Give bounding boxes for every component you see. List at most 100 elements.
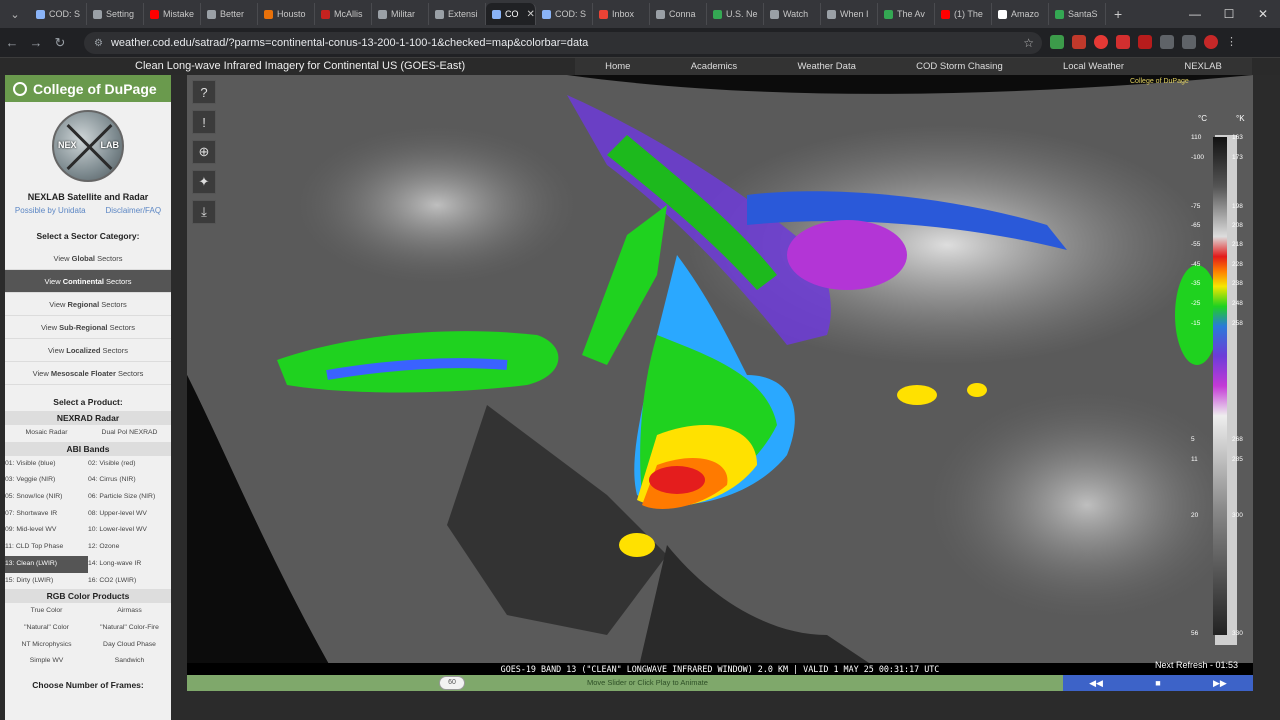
sector-item[interactable]: View Localized Sectors (5, 339, 171, 362)
extension-icon[interactable] (1116, 35, 1130, 49)
tab-label: McAllis (334, 9, 363, 19)
new-tab-button[interactable]: + (1106, 6, 1130, 22)
tab-close-icon[interactable]: ✕ (527, 9, 535, 20)
abi-band-item[interactable]: 06: Particle Size (NIR) (88, 489, 171, 506)
browser-tab[interactable]: U.S. Ne (707, 3, 764, 25)
browser-tab[interactable]: CO ✕ (486, 3, 536, 25)
menu-kebab-icon[interactable]: ⋮ (1226, 35, 1240, 49)
browser-tab[interactable]: COD: S (30, 3, 87, 25)
browser-tab[interactable]: COD: S (536, 3, 593, 25)
browser-tab[interactable]: Militar (372, 3, 429, 25)
back-icon[interactable]: ← (0, 35, 24, 50)
reload-icon[interactable]: ↻ (48, 35, 72, 51)
extension-icon[interactable] (1138, 35, 1152, 49)
forward-icon[interactable]: → (24, 35, 48, 50)
browser-tab[interactable]: Amazo (992, 3, 1049, 25)
browser-tab[interactable]: When I (821, 3, 878, 25)
browser-tab[interactable]: The Av (878, 3, 935, 25)
browser-tab[interactable]: McAllis (315, 3, 372, 25)
help-icon[interactable]: ? (192, 80, 216, 104)
nav-home[interactable]: Home (605, 61, 630, 72)
browser-tab[interactable]: SantaS (1049, 3, 1106, 25)
colorbar-tick-label: -55 (1191, 241, 1201, 248)
rgb-product-item[interactable]: Airmass (88, 603, 171, 620)
rgb-product-item[interactable]: True Color (5, 603, 88, 620)
rgb-product-item[interactable]: Simple WV (5, 653, 88, 670)
abi-band-item[interactable]: 11: CLD Top Phase (5, 539, 88, 556)
abi-band-item[interactable]: 13: Clean (LWIR) (5, 555, 88, 573)
step-back-button[interactable]: ◀◀ (1089, 678, 1103, 689)
abi-band-item[interactable]: 04: Cirrus (NIR) (88, 472, 171, 489)
abi-band-item[interactable]: 16: CO2 (LWIR) (88, 573, 171, 590)
reading-list-icon[interactable] (1182, 35, 1196, 49)
alert-icon[interactable]: ! (192, 110, 216, 134)
brand-text: College of DuPage (33, 80, 157, 97)
extension-icon[interactable] (1050, 35, 1064, 49)
browser-tab[interactable]: Setting (87, 3, 144, 25)
browser-tab[interactable]: Better (201, 3, 258, 25)
college-brand[interactable]: College of DuPage (5, 75, 171, 102)
radar-product-item[interactable]: Mosaic Radar (5, 425, 88, 442)
rgb-product-item[interactable]: Day Cloud Phase (88, 637, 171, 654)
address-bar[interactable]: ⚙ weather.cod.edu/satrad/?parms=continen… (84, 32, 1042, 54)
abi-band-item[interactable]: 12: Ozone (88, 539, 171, 556)
browser-tab[interactable]: Conna (650, 3, 707, 25)
sector-item[interactable]: View Regional Sectors (5, 293, 171, 316)
nav-nexlab[interactable]: NEXLAB (1184, 61, 1222, 72)
browser-tab[interactable]: Housto (258, 3, 315, 25)
sector-item[interactable]: View Mesoscale Floater Sectors (5, 362, 171, 385)
bookmark-star-icon[interactable]: ☆ (1023, 36, 1034, 50)
tab-favicon-icon (378, 9, 387, 19)
unidata-link[interactable]: Possible by Unidata (15, 206, 86, 215)
site-info-icon[interactable]: ⚙ (94, 38, 103, 49)
browser-tab[interactable]: Watch (764, 3, 821, 25)
sector-label-part: Localized (66, 345, 101, 355)
sector-item[interactable]: View Continental Sectors (5, 270, 171, 293)
rgb-product-item[interactable]: "Natural" Color-Fire (88, 620, 171, 637)
faq-link[interactable]: Disclaimer/FAQ (106, 206, 162, 215)
rgb-product-item[interactable]: "Natural" Color (5, 620, 88, 637)
sector-item[interactable]: View Sub-Regional Sectors (5, 316, 171, 339)
slider-handle[interactable]: 60 (439, 676, 465, 690)
nav-storm-chasing[interactable]: COD Storm Chasing (916, 61, 1003, 72)
abi-band-item[interactable]: 15: Dirty (LWIR) (5, 573, 88, 590)
abi-band-item[interactable]: 10: Lower-level WV (88, 522, 171, 539)
abi-band-item[interactable]: 02: Visible (red) (88, 456, 171, 473)
extension-icon[interactable] (1072, 35, 1086, 49)
radar-product-item[interactable]: Dual Pol NEXRAD (88, 425, 171, 442)
nav-weather-data[interactable]: Weather Data (797, 61, 855, 72)
rgb-product-item[interactable]: NT Microphysics (5, 637, 88, 654)
rgb-product-item[interactable]: Sandwich (88, 653, 171, 670)
storm-cell (619, 533, 655, 557)
step-forward-button[interactable]: ▶▶ (1213, 678, 1227, 689)
abi-band-item[interactable]: 08: Upper-level WV (88, 506, 171, 523)
abi-band-item[interactable]: 14: Long-wave IR (88, 556, 171, 573)
download-icon[interactable]: ⤓ (192, 200, 216, 224)
sector-item[interactable]: View Global Sectors (5, 247, 171, 270)
browser-tab[interactable]: Mistake (144, 3, 201, 25)
extension-icon[interactable] (1094, 35, 1108, 49)
profile-avatar[interactable] (1204, 35, 1218, 49)
globe-icon[interactable]: ⊕ (192, 140, 216, 164)
browser-tab[interactable]: Extensi (429, 3, 486, 25)
browser-tab[interactable]: Inbox (593, 3, 650, 25)
nav-local-weather[interactable]: Local Weather (1063, 61, 1124, 72)
maximize-icon[interactable]: ☐ (1212, 0, 1246, 28)
abi-band-item[interactable]: 03: Veggie (NIR) (5, 472, 88, 489)
abi-band-item[interactable]: 09: Mid-level WV (5, 522, 88, 539)
nav-academics[interactable]: Academics (691, 61, 737, 72)
animation-slider[interactable]: 60 Move Slider or Click Play to Animate … (187, 675, 1253, 691)
browser-tab[interactable]: (1) The (935, 3, 992, 25)
puzzle-icon[interactable] (1160, 35, 1174, 49)
abi-band-item[interactable]: 05: Snow/Ice (NIR) (5, 489, 88, 506)
nexlab-logo[interactable]: NEX LAB (52, 110, 124, 182)
close-window-icon[interactable]: ✕ (1246, 0, 1280, 28)
satellite-image[interactable] (187, 75, 1253, 675)
abi-band-item[interactable]: 01: Visible (blue) (5, 456, 88, 473)
tab-search-icon[interactable]: ⌄ (0, 0, 30, 28)
minimize-icon[interactable]: — (1178, 0, 1212, 28)
stop-button[interactable]: ■ (1155, 678, 1160, 688)
satellite-icon[interactable]: ✦ (192, 170, 216, 194)
tab-label: (1) The (954, 9, 983, 19)
abi-band-item[interactable]: 07: Shortwave IR (5, 506, 88, 523)
